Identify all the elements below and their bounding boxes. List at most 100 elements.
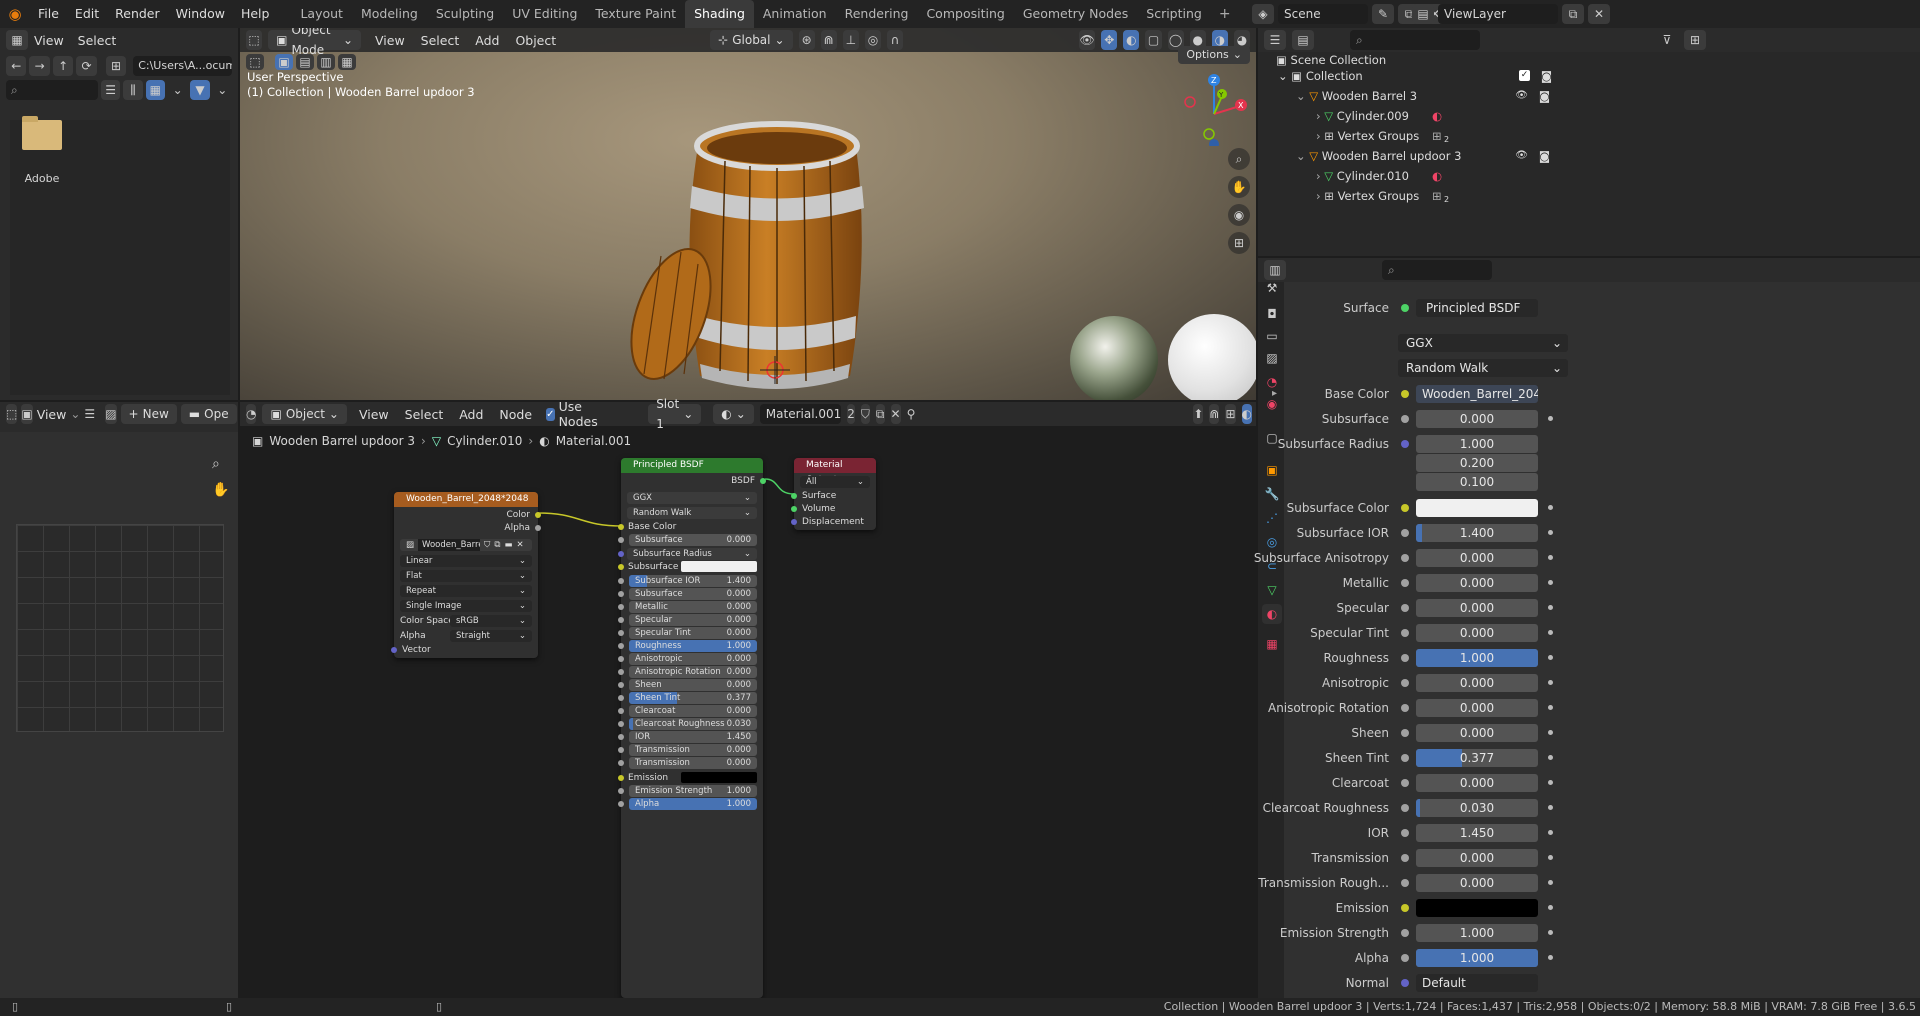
new-folder-icon[interactable]: ⊞ xyxy=(105,56,127,76)
prop-field-transmission-rough[interactable]: 0.000 xyxy=(1416,874,1538,892)
prop-field-metallic[interactable]: 0.000 xyxy=(1416,574,1538,592)
prop-field-sheen[interactable]: 0.000 xyxy=(1416,724,1538,742)
menu-view[interactable]: View xyxy=(375,33,405,48)
emission-color-swatch[interactable] xyxy=(1416,899,1538,917)
keyframe-dot-icon[interactable] xyxy=(1548,705,1553,710)
image-browse-icon[interactable]: ▨ xyxy=(105,404,117,424)
prop-field-transmission[interactable]: 0.000 xyxy=(1416,849,1538,867)
bsdf-field-clearcoat[interactable]: Clearcoat 0.000 xyxy=(629,705,757,717)
prop-field-sheen-tint[interactable]: 0.377 xyxy=(1416,749,1538,767)
bsdf-field-sheen-tint[interactable]: Sheen Tint 0.377 xyxy=(629,692,757,704)
target-dropdown[interactable]: All ⌄ xyxy=(800,476,870,488)
bsdf-field-clearcoat-roughness[interactable]: Clearcoat Roughness 0.030 xyxy=(629,718,757,730)
snap-icon[interactable]: ⋒ xyxy=(820,30,837,50)
menu-help[interactable]: Help xyxy=(233,0,278,28)
unlink-icon[interactable]: ✕ xyxy=(517,539,524,551)
thumbnails-icon[interactable]: ▦ xyxy=(145,80,165,100)
outliner-row-vertex-groups[interactable]: › ⊞ Vertex Groups ⊞ 2 xyxy=(1316,128,1550,144)
field-socket[interactable] xyxy=(618,537,624,543)
scene-collection-row[interactable]: ▣ Scene Collection xyxy=(1276,52,1386,68)
orientation-dropdown[interactable]: ⊹ Global ⌄ xyxy=(710,30,793,50)
bsdf-field-specular[interactable]: Specular 0.000 xyxy=(629,614,757,626)
tab-shading[interactable]: Shading xyxy=(685,0,754,28)
chevron-down-icon[interactable]: ⌄ xyxy=(1296,89,1309,103)
add-workspace-icon[interactable]: + xyxy=(1211,6,1239,22)
output-node-header[interactable]: Material Output xyxy=(794,458,876,485)
prop-field-ior[interactable]: 1.450 xyxy=(1416,824,1538,842)
editor-type-icon[interactable]: ▦ xyxy=(6,30,28,50)
viewlayer-name-field[interactable]: ViewLayer xyxy=(1438,4,1558,24)
field-socket[interactable] xyxy=(618,656,624,662)
outliner-row-vertex-groups[interactable]: › ⊞ Vertex Groups ⊞ 2 xyxy=(1316,188,1550,204)
editor-type-icon[interactable]: ⬚ xyxy=(246,30,263,50)
keyframe-dot-icon[interactable] xyxy=(1548,855,1553,860)
display-dropdown-icon[interactable]: ⌄ xyxy=(168,80,187,100)
viewlayer-browse-icon[interactable]: ▤ xyxy=(1412,4,1434,24)
prop-field-clearcoat-roughness[interactable]: 0.030 xyxy=(1416,799,1538,817)
camera-icon[interactable]: ◙ xyxy=(1539,148,1550,164)
outliner-search-input[interactable]: ⌕ xyxy=(1350,30,1480,50)
open-image-button[interactable]: ▬ Ope xyxy=(180,404,237,424)
camera-icon[interactable]: ◙ xyxy=(1541,68,1552,84)
field-socket[interactable] xyxy=(618,630,624,636)
data-tab-icon[interactable]: ▽ xyxy=(1262,580,1282,600)
color-space-dropdown[interactable]: sRGB ⌄ xyxy=(450,615,532,627)
chevron-down-icon[interactable]: ⌄ xyxy=(1296,149,1309,163)
emission-strength-field[interactable]: 1.000 xyxy=(1416,924,1538,942)
subsurface-color-socket[interactable] xyxy=(618,564,624,570)
bsdf-field-transmission[interactable]: Transmission 0.000 xyxy=(629,744,757,756)
navigation-gizmo[interactable]: Z X Y xyxy=(1178,74,1250,146)
menu-window[interactable]: Window xyxy=(168,0,233,28)
tab-compositing[interactable]: Compositing xyxy=(917,0,1013,28)
visibility-icon[interactable]: 👁 xyxy=(1079,30,1096,50)
material-slot-icon[interactable]: ◐ xyxy=(1432,108,1442,124)
bsdf-field-roughness[interactable]: Roughness 1.000 xyxy=(629,640,757,652)
source-dropdown[interactable]: Single Image ⌄ xyxy=(400,600,532,612)
tab-modeling[interactable]: Modeling xyxy=(352,0,427,28)
tool-tab-icon[interactable]: ⚒ xyxy=(1262,278,1282,298)
emission-strength-socket[interactable] xyxy=(618,788,624,794)
tab-texture-paint[interactable]: Texture Paint xyxy=(586,0,685,28)
chevron-right-icon[interactable]: ▸ xyxy=(1272,385,1277,403)
tab-scripting[interactable]: Scripting xyxy=(1137,0,1211,28)
barrel-lid-model[interactable] xyxy=(626,244,716,384)
select-extend-icon[interactable]: ▤ xyxy=(296,54,314,70)
bsdf-field-specular-tint[interactable]: Specular Tint 0.000 xyxy=(629,627,757,639)
tab-sculpting[interactable]: Sculpting xyxy=(427,0,503,28)
outliner-row-wooden-barrel-3[interactable]: ⌄ ▽ Wooden Barrel 3 👁 ◙ xyxy=(1296,88,1550,104)
emission-socket[interactable] xyxy=(618,775,624,781)
field-socket[interactable] xyxy=(618,721,624,727)
scene-name-field[interactable]: Scene xyxy=(1278,4,1368,24)
bsdf-field-anisotropic[interactable]: Anisotropic 0.000 xyxy=(629,653,757,665)
parent-dir-icon[interactable]: ↑ xyxy=(52,56,74,76)
emission-color-swatch[interactable] xyxy=(681,772,757,783)
render-tab-icon[interactable]: ◘ xyxy=(1262,304,1282,324)
bsdf-output-socket[interactable] xyxy=(760,478,766,484)
image-name-field[interactable]: Wooden_Barrel_... xyxy=(418,539,481,551)
menu-file[interactable]: File xyxy=(30,0,67,28)
mode-dropdown[interactable]: ▣ Object Mode ⌄ xyxy=(268,28,361,57)
back-icon[interactable]: ← xyxy=(6,56,27,76)
field-socket[interactable] xyxy=(618,643,624,649)
base-color-socket[interactable] xyxy=(618,524,624,530)
keyframe-dot-icon[interactable] xyxy=(1548,580,1553,585)
distribution-dropdown[interactable]: GGX ⌄ xyxy=(627,492,757,504)
zoom-icon[interactable]: ⌕ xyxy=(1228,148,1250,170)
field-socket[interactable] xyxy=(618,708,624,714)
bsdf-field-subsurface[interactable]: Subsurface 0.000 xyxy=(629,534,757,546)
keyframe-dot-icon[interactable] xyxy=(1548,680,1553,685)
color-output-socket[interactable] xyxy=(535,512,541,518)
select-subtract-icon[interactable]: ▥ xyxy=(317,54,335,70)
subsurface-radius-y[interactable]: 0.200 xyxy=(1416,454,1538,472)
material-tab-icon[interactable]: ◐ xyxy=(1262,604,1282,624)
alpha-mode-dropdown[interactable]: Straight ⌄ xyxy=(450,630,532,642)
field-socket[interactable] xyxy=(618,760,624,766)
menu-view[interactable]: View xyxy=(37,407,67,422)
distribution-dropdown[interactable]: GGX ⌄ xyxy=(1398,334,1568,352)
sss-method-dropdown[interactable]: Random Walk ⌄ xyxy=(1398,359,1568,377)
material-slot-icon[interactable]: ◐ xyxy=(1432,168,1442,184)
prop-field-specular-tint[interactable]: 0.000 xyxy=(1416,624,1538,642)
surface-shader-field[interactable]: Principled BSDF xyxy=(1416,299,1538,317)
keyframe-dot-icon[interactable] xyxy=(1548,655,1553,660)
fake-user-icon[interactable]: ⛉ xyxy=(484,539,490,551)
